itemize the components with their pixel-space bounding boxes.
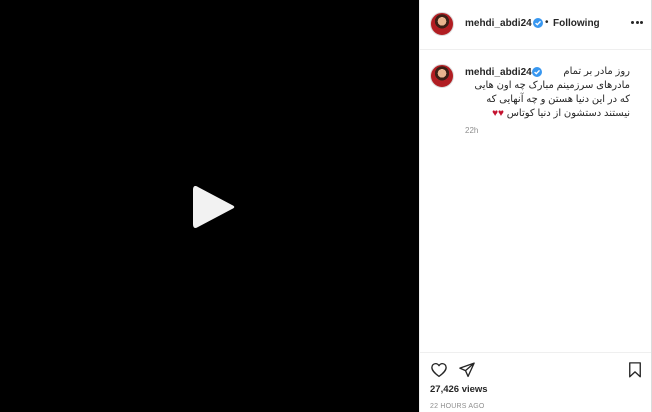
caption-line: که در این دنیا هستن و چه آنهایی که: [486, 94, 630, 105]
paper-plane-icon[interactable]: [458, 361, 476, 379]
more-options-icon[interactable]: [631, 21, 643, 25]
caption-line: نیستند دستشون از دنیا کوتاس ♥♥: [465, 107, 630, 121]
hearts-emoji: ♥♥: [492, 108, 504, 119]
following-button[interactable]: Following: [553, 18, 600, 29]
play-icon[interactable]: [190, 183, 236, 231]
heart-icon[interactable]: [430, 361, 448, 379]
view-count[interactable]: 27,426 views: [430, 384, 488, 395]
avatar[interactable]: [430, 12, 454, 36]
caption-line: مادرهای سرزمینم مبارک چه اون هایی: [474, 80, 630, 91]
post-header: mehdi_abdi24 • Following: [420, 0, 652, 50]
comment-avatar[interactable]: [430, 64, 454, 88]
bookmark-icon[interactable]: [626, 361, 644, 379]
caption-line: روز مادر بر تمام: [563, 66, 630, 77]
caption-text: روز مادر بر تمام مادرهای سرزمینم مبارک چ…: [465, 65, 630, 121]
caption-line-text: نیستند دستشون از دنیا کوتاس: [506, 108, 630, 119]
action-bar: [420, 352, 652, 382]
post-sidebar: mehdi_abdi24 • Following mehdi_abdi24 رو…: [419, 0, 652, 412]
verified-badge-icon: [533, 18, 543, 28]
video-player[interactable]: [0, 0, 419, 412]
comment-timestamp[interactable]: 22h: [465, 126, 478, 135]
header-username[interactable]: mehdi_abdi24: [465, 18, 532, 29]
post-timestamp[interactable]: 22 HOURS AGO: [430, 403, 485, 410]
separator-dot: •: [545, 17, 549, 28]
